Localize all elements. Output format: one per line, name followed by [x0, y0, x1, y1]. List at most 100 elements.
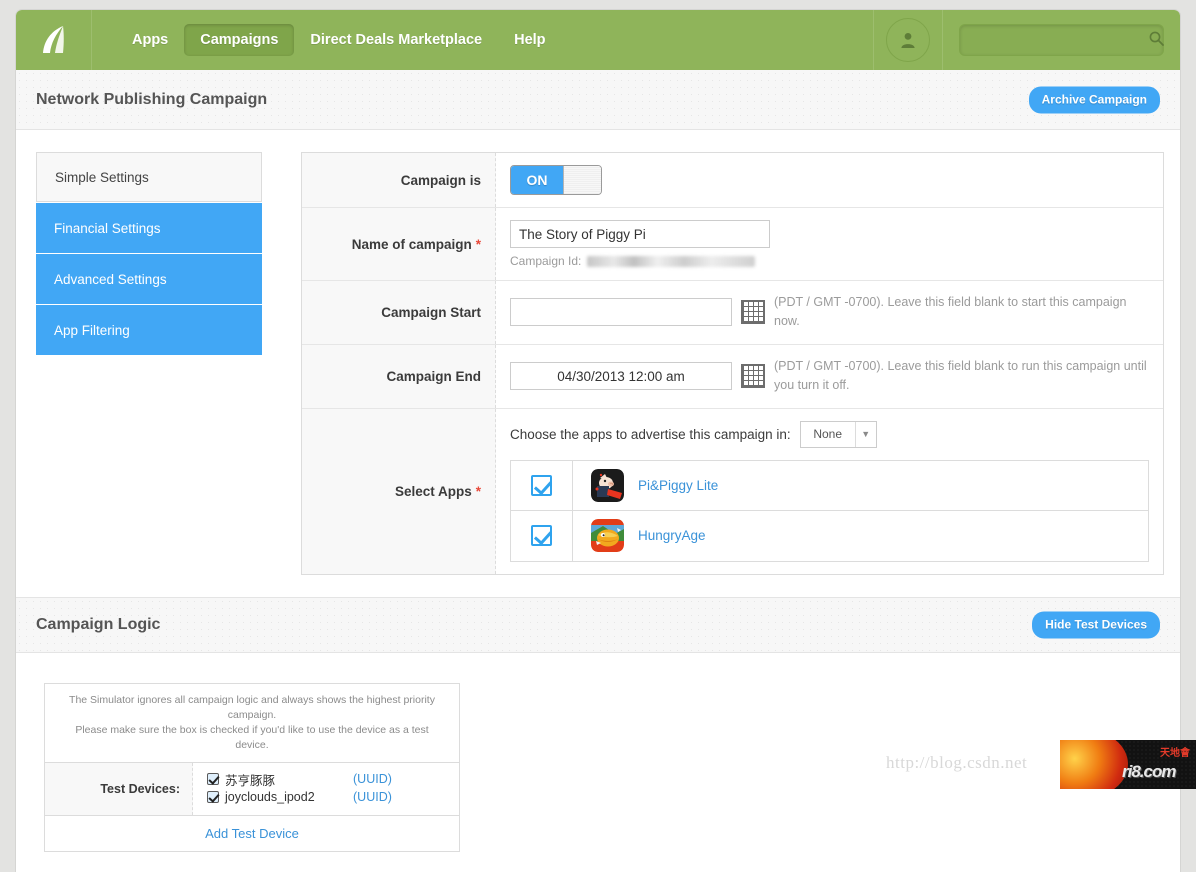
ad-banner-cn-text: 天地會 — [1160, 744, 1190, 759]
account-area — [873, 10, 942, 70]
device-uuid-link[interactable]: (UUID) — [353, 790, 392, 804]
form-row-name-of-campaign: Name of campaign * Campaign Id: — [302, 208, 1163, 281]
form-value-campaign-is: ON — [496, 153, 1163, 207]
page-title: Network Publishing Campaign — [36, 91, 267, 109]
label-text: Campaign is — [401, 173, 481, 188]
test-devices-label: Test Devices: — [45, 763, 193, 815]
test-devices-list: 苏亨豚豚 (UUID) joyclouds_ipod2 (UUID) — [193, 763, 459, 815]
add-test-device-link[interactable]: Add Test Device — [45, 816, 459, 851]
form-row-campaign-start: Campaign Start (PDT / GMT -0700). Leave … — [302, 281, 1163, 345]
device-checkbox[interactable] — [207, 791, 219, 803]
campaign-id-note: Campaign Id: — [510, 254, 1149, 268]
campaign-name-input[interactable] — [510, 220, 770, 248]
app-preset-select[interactable]: None ▼ — [800, 421, 877, 448]
table-row[interactable]: HungryAge — [511, 511, 1148, 561]
search-icon[interactable] — [1148, 30, 1165, 50]
app-name-link[interactable]: Pi&Piggy Lite — [638, 478, 718, 493]
required-marker: * — [476, 484, 481, 499]
search-area — [942, 10, 1180, 70]
nav-link-apps[interactable]: Apps — [116, 24, 184, 56]
blog-watermark: http://blog.csdn.net — [886, 753, 1027, 773]
toggle-knob[interactable] — [563, 166, 601, 194]
search-input[interactable] — [968, 32, 1148, 49]
ad-banner-flame-graphic — [1060, 740, 1128, 789]
form-value-select-apps: Choose the apps to advertise this campai… — [496, 409, 1163, 574]
campaign-end-row: (PDT / GMT -0700). Leave this field blan… — [510, 357, 1149, 396]
sidebar-item-label: Simple Settings — [55, 170, 149, 185]
app-name-link[interactable]: HungryAge — [638, 528, 706, 543]
ad-banner[interactable]: ri8.com 天地會 — [1060, 740, 1196, 789]
device-checkbox[interactable] — [207, 773, 219, 785]
sidebar-item-advanced-settings[interactable]: Advanced Settings — [36, 254, 262, 304]
calendar-icon[interactable] — [741, 364, 765, 388]
device-uuid-link[interactable]: (UUID) — [353, 772, 392, 786]
app-preset-select-value: None — [801, 422, 855, 447]
label-text: Campaign End — [386, 369, 481, 384]
campaign-logic-band: Campaign Logic Hide Test Devices — [16, 597, 1180, 653]
nav-link-campaigns[interactable]: Campaigns — [184, 24, 294, 56]
app-icon-hungryage — [591, 519, 624, 552]
note-line-1: The Simulator ignores all campaign logic… — [59, 693, 445, 723]
form-row-campaign-end: Campaign End (PDT / GMT -0700). Leave th… — [302, 345, 1163, 409]
form-label-campaign-is: Campaign is — [302, 153, 496, 207]
form-label-name-of-campaign: Name of campaign * — [302, 208, 496, 280]
campaign-end-input[interactable] — [510, 362, 732, 390]
campaign-enabled-toggle[interactable]: ON — [510, 165, 602, 195]
calendar-icon[interactable] — [741, 300, 765, 324]
apps-table: Pi&Piggy Lite — [510, 460, 1149, 562]
note-line-2: Please make sure the box is checked if y… — [59, 723, 445, 753]
form-value-name-of-campaign: Campaign Id: — [496, 208, 1163, 280]
list-item[interactable]: joyclouds_ipod2 (UUID) — [207, 789, 449, 805]
list-item[interactable]: 苏亨豚豚 (UUID) — [207, 771, 449, 787]
top-navigation-bar: Apps Campaigns Direct Deals Marketplace … — [16, 10, 1180, 70]
test-devices-note: The Simulator ignores all campaign logic… — [45, 684, 459, 764]
campaign-start-input[interactable] — [510, 298, 732, 326]
campaign-id-redacted-value — [587, 256, 755, 267]
form-value-campaign-start: (PDT / GMT -0700). Leave this field blan… — [496, 281, 1163, 344]
search-box[interactable] — [959, 24, 1164, 56]
label-text: Name of campaign — [352, 237, 472, 252]
sidebar-item-simple-settings[interactable]: Simple Settings — [36, 152, 262, 202]
test-devices-panel: The Simulator ignores all campaign logic… — [44, 683, 460, 853]
campaign-end-helper-text: (PDT / GMT -0700). Leave this field blan… — [774, 357, 1149, 396]
campaign-id-label: Campaign Id: — [510, 254, 581, 268]
chevron-down-icon[interactable]: ▼ — [855, 422, 876, 447]
choose-apps-text: Choose the apps to advertise this campai… — [510, 427, 791, 442]
nav-link-help[interactable]: Help — [498, 24, 561, 56]
app-checkbox[interactable] — [531, 475, 552, 496]
simple-settings-form: Campaign is ON Name of campaign * — [301, 152, 1164, 575]
ad-banner-text: ri8.com — [1122, 762, 1175, 782]
form-label-campaign-start: Campaign Start — [302, 281, 496, 344]
archive-campaign-button[interactable]: Archive Campaign — [1029, 86, 1160, 113]
campaign-start-helper-text: (PDT / GMT -0700). Leave this field blan… — [774, 293, 1149, 332]
form-label-select-apps: Select Apps * — [302, 409, 496, 574]
table-row[interactable]: Pi&Piggy Lite — [511, 461, 1148, 511]
app-icon-pi-piggy-lite — [591, 469, 624, 502]
user-icon — [898, 30, 918, 50]
app-page: Apps Campaigns Direct Deals Marketplace … — [16, 10, 1180, 872]
nav-link-direct-deals-marketplace[interactable]: Direct Deals Marketplace — [294, 24, 498, 56]
required-marker: * — [476, 237, 481, 252]
hide-test-devices-button[interactable]: Hide Test Devices — [1032, 611, 1160, 638]
device-name: 苏亨豚豚 — [225, 770, 353, 789]
sidebar-item-financial-settings[interactable]: Financial Settings — [36, 203, 262, 253]
test-devices-row: Test Devices: 苏亨豚豚 (UUID) joyclouds_ipod… — [45, 763, 459, 816]
account-avatar-button[interactable] — [886, 18, 930, 62]
form-label-campaign-end: Campaign End — [302, 345, 496, 408]
main-nav-links: Apps Campaigns Direct Deals Marketplace … — [92, 10, 873, 70]
form-row-campaign-is: Campaign is ON — [302, 153, 1163, 208]
label-text: Campaign Start — [381, 305, 481, 320]
app-checkbox-cell[interactable] — [511, 461, 573, 510]
sidebar-item-app-filtering[interactable]: App Filtering — [36, 305, 262, 355]
campaign-start-row: (PDT / GMT -0700). Leave this field blan… — [510, 293, 1149, 332]
sidebar-item-label: App Filtering — [54, 323, 130, 338]
form-value-campaign-end: (PDT / GMT -0700). Leave this field blan… — [496, 345, 1163, 408]
app-checkbox[interactable] — [531, 525, 552, 546]
form-row-select-apps: Select Apps * Choose the apps to adverti… — [302, 409, 1163, 574]
label-text: Select Apps — [395, 484, 472, 499]
logo-cell[interactable] — [16, 10, 92, 70]
campaign-logic-title: Campaign Logic — [36, 616, 160, 634]
page-header-band: Network Publishing Campaign Archive Camp… — [16, 70, 1180, 130]
sidebar-item-label: Financial Settings — [54, 221, 161, 236]
app-checkbox-cell[interactable] — [511, 511, 573, 561]
